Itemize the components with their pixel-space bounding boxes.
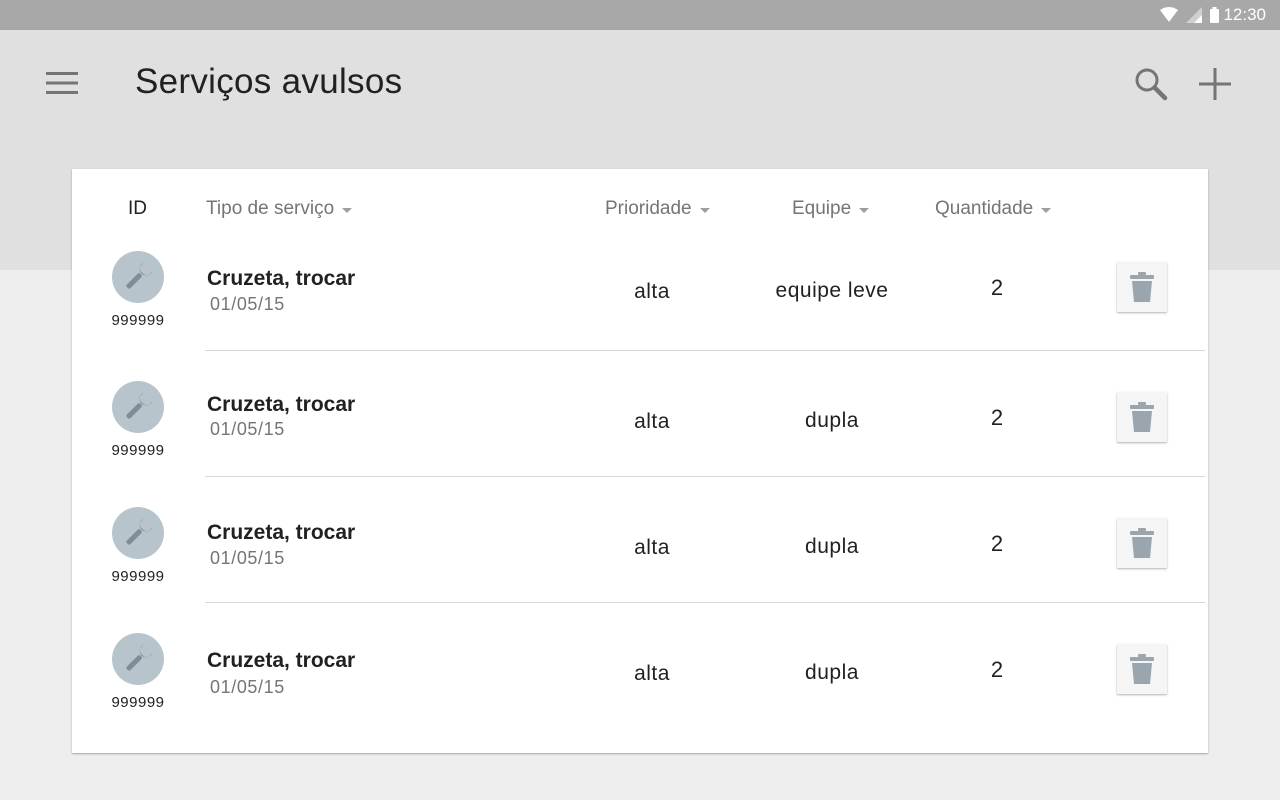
- column-header-id: ID: [128, 197, 147, 221]
- row-prioridade: alta: [634, 280, 670, 303]
- trash-icon: [1130, 654, 1154, 684]
- row-quantidade: 2: [990, 657, 1004, 682]
- row-prioridade: alta: [634, 536, 670, 559]
- table-row[interactable]: 999999 Cruzeta, trocar 01/05/15 alta dup…: [72, 477, 1208, 603]
- row-equipe: dupla: [805, 661, 859, 684]
- row-equipe: equipe leve: [775, 279, 889, 302]
- row-quantidade: 2: [990, 531, 1004, 556]
- delete-button[interactable]: [1117, 262, 1167, 312]
- delete-button[interactable]: [1117, 392, 1167, 442]
- column-header-tipo-label: Tipo de serviço: [206, 198, 335, 219]
- column-header-equipe[interactable]: Equipe: [792, 197, 870, 221]
- avatar: [112, 251, 164, 303]
- row-date: 01/05/15: [210, 548, 285, 568]
- column-header-tipo[interactable]: Tipo de serviço: [206, 197, 353, 221]
- column-header-equipe-label: Equipe: [792, 198, 852, 219]
- column-header-quantidade-label: Quantidade: [935, 198, 1034, 219]
- row-equipe: dupla: [805, 409, 859, 432]
- page-title: Serviços avulsos: [135, 62, 403, 101]
- menu-icon: [46, 72, 78, 94]
- row-prioridade: alta: [634, 662, 670, 685]
- row-id: 999999: [111, 694, 165, 711]
- wifi-icon: [1160, 7, 1179, 23]
- row-id: 999999: [111, 442, 165, 459]
- column-header-id-label: ID: [128, 198, 147, 219]
- row-title: Cruzeta, trocar: [207, 267, 356, 290]
- row-equipe: dupla: [805, 535, 859, 558]
- battery-icon: [1210, 7, 1220, 23]
- sort-caret-icon: [699, 207, 710, 213]
- status-bar: 12:30: [0, 0, 1280, 30]
- row-title: Cruzeta, trocar: [207, 521, 356, 544]
- menu-button[interactable]: [40, 64, 84, 102]
- row-date: 01/05/15: [210, 419, 285, 439]
- delete-button[interactable]: [1117, 518, 1167, 568]
- trash-icon: [1130, 272, 1154, 302]
- avatar: [112, 507, 164, 559]
- row-date: 01/05/15: [210, 294, 285, 314]
- avatar: [112, 381, 164, 433]
- delete-button[interactable]: [1117, 644, 1167, 694]
- table-row[interactable]: 999999 Cruzeta, trocar 01/05/15 alta equ…: [72, 237, 1208, 351]
- column-header-quantidade[interactable]: Quantidade: [935, 197, 1052, 221]
- row-prioridade: alta: [634, 410, 670, 433]
- column-header-prioridade-label: Prioridade: [605, 198, 692, 219]
- add-button[interactable]: [1192, 62, 1238, 106]
- sort-caret-icon: [1041, 207, 1052, 213]
- column-header-prioridade[interactable]: Prioridade: [605, 197, 710, 221]
- row-id: 999999: [111, 312, 165, 329]
- avatar: [112, 633, 164, 685]
- search-button[interactable]: [1128, 62, 1174, 106]
- row-id: 999999: [111, 568, 165, 585]
- wrench-icon: [126, 262, 153, 289]
- sort-caret-icon: [859, 207, 870, 213]
- table-row[interactable]: 999999 Cruzeta, trocar 01/05/15 alta dup…: [72, 603, 1208, 729]
- table-row[interactable]: 999999 Cruzeta, trocar 01/05/15 alta dup…: [72, 351, 1208, 477]
- wrench-icon: [126, 518, 153, 545]
- row-title: Cruzeta, trocar: [207, 393, 356, 416]
- wrench-icon: [126, 644, 153, 671]
- trash-icon: [1130, 528, 1154, 558]
- trash-icon: [1130, 402, 1154, 432]
- add-icon: [1199, 68, 1231, 100]
- wrench-icon: [126, 392, 153, 419]
- row-title: Cruzeta, trocar: [207, 649, 356, 672]
- row-date: 01/05/15: [210, 677, 285, 697]
- services-table-card: ID Tipo de serviço Prioridade Equipe Qua…: [72, 169, 1208, 753]
- battery-status: 12:30: [1210, 5, 1266, 25]
- signal-icon: [1186, 7, 1203, 23]
- row-quantidade: 2: [990, 405, 1004, 430]
- sort-caret-icon: [342, 207, 353, 213]
- status-time: 12:30: [1223, 5, 1266, 24]
- row-quantidade: 2: [990, 275, 1004, 300]
- search-icon: [1135, 68, 1168, 101]
